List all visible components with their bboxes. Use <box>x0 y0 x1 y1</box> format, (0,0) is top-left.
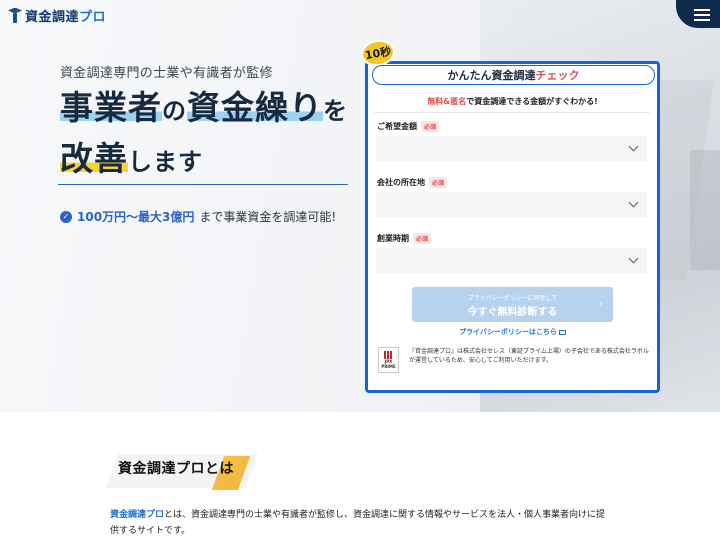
hero-divider <box>58 184 348 185</box>
chevron-down-icon <box>628 197 639 208</box>
about-description: 資金調達プロとは、資金調達専門の士業や有識者が監修し、資金調達に関する情報やサー… <box>110 510 606 536</box>
range-rest: まで事業資金を調達可能! <box>199 210 337 224</box>
quick-check-form <box>365 61 660 393</box>
hamburger-icon <box>694 9 710 11</box>
headline-word: します <box>128 148 203 176</box>
amount-select[interactable] <box>376 136 647 161</box>
chevron-right-icon: › <box>599 299 603 309</box>
amount-label: ご希望金額 必須 <box>377 121 440 132</box>
founding-label: 創業時期 必須 <box>377 233 432 244</box>
site-logo[interactable]: 資金調達プロ <box>8 6 106 25</box>
graduation-cap-icon <box>8 7 22 24</box>
location-label: 会社の所在地 必須 <box>377 177 448 188</box>
chevron-down-icon <box>628 141 639 152</box>
form-title: かんたん資金調達 チェック <box>372 65 655 85</box>
check-circle-icon: ✓ <box>60 210 72 223</box>
location-select[interactable] <box>376 192 647 217</box>
required-badge: 必須 <box>421 121 440 132</box>
founding-select[interactable] <box>376 248 647 273</box>
about-heading: 資金調達プロとは <box>105 452 259 492</box>
headline-word: 改善 <box>60 139 128 178</box>
funding-range: ✓ 100万円〜最大3億円 まで事業資金を調達可能! <box>60 208 336 225</box>
headline-word: の <box>162 97 187 125</box>
headline-word: を <box>323 97 348 125</box>
free-diagnosis-button[interactable]: プライバシーポリシーに同意して 今すぐ無料診断する › <box>412 287 613 322</box>
required-badge: 必須 <box>413 233 432 244</box>
required-badge: 必須 <box>429 177 448 188</box>
form-divider <box>374 112 650 113</box>
logo-accent: プロ <box>79 10 107 25</box>
headline-word: 資金繰り <box>187 88 323 127</box>
form-lead: 無料&匿名で資金調達できる金額がすぐわかる! <box>427 97 598 106</box>
range-highlight: 100万円〜最大3億円 <box>77 210 195 224</box>
hero-headline: 事業者の資金繰りを 改善します <box>60 84 348 186</box>
logo-main: 資金調達 <box>25 10 80 25</box>
operator-note: 『資金調達プロ』は株式会社セレス（東証プライム上場）の子会社である株式会社ラボル… <box>409 348 649 364</box>
jpx-logo: JPX PRIME <box>378 347 399 373</box>
hero-subtitle: 資金調達専門の士業や有識者が監修 <box>60 66 273 81</box>
about-brand-link[interactable]: 資金調達プロ <box>110 510 164 520</box>
privacy-policy-link[interactable]: プライバシーポリシーはこちら <box>368 327 657 337</box>
chevron-down-icon <box>628 253 639 264</box>
external-link-icon <box>558 329 566 335</box>
headline-word: 事業者 <box>60 88 162 127</box>
